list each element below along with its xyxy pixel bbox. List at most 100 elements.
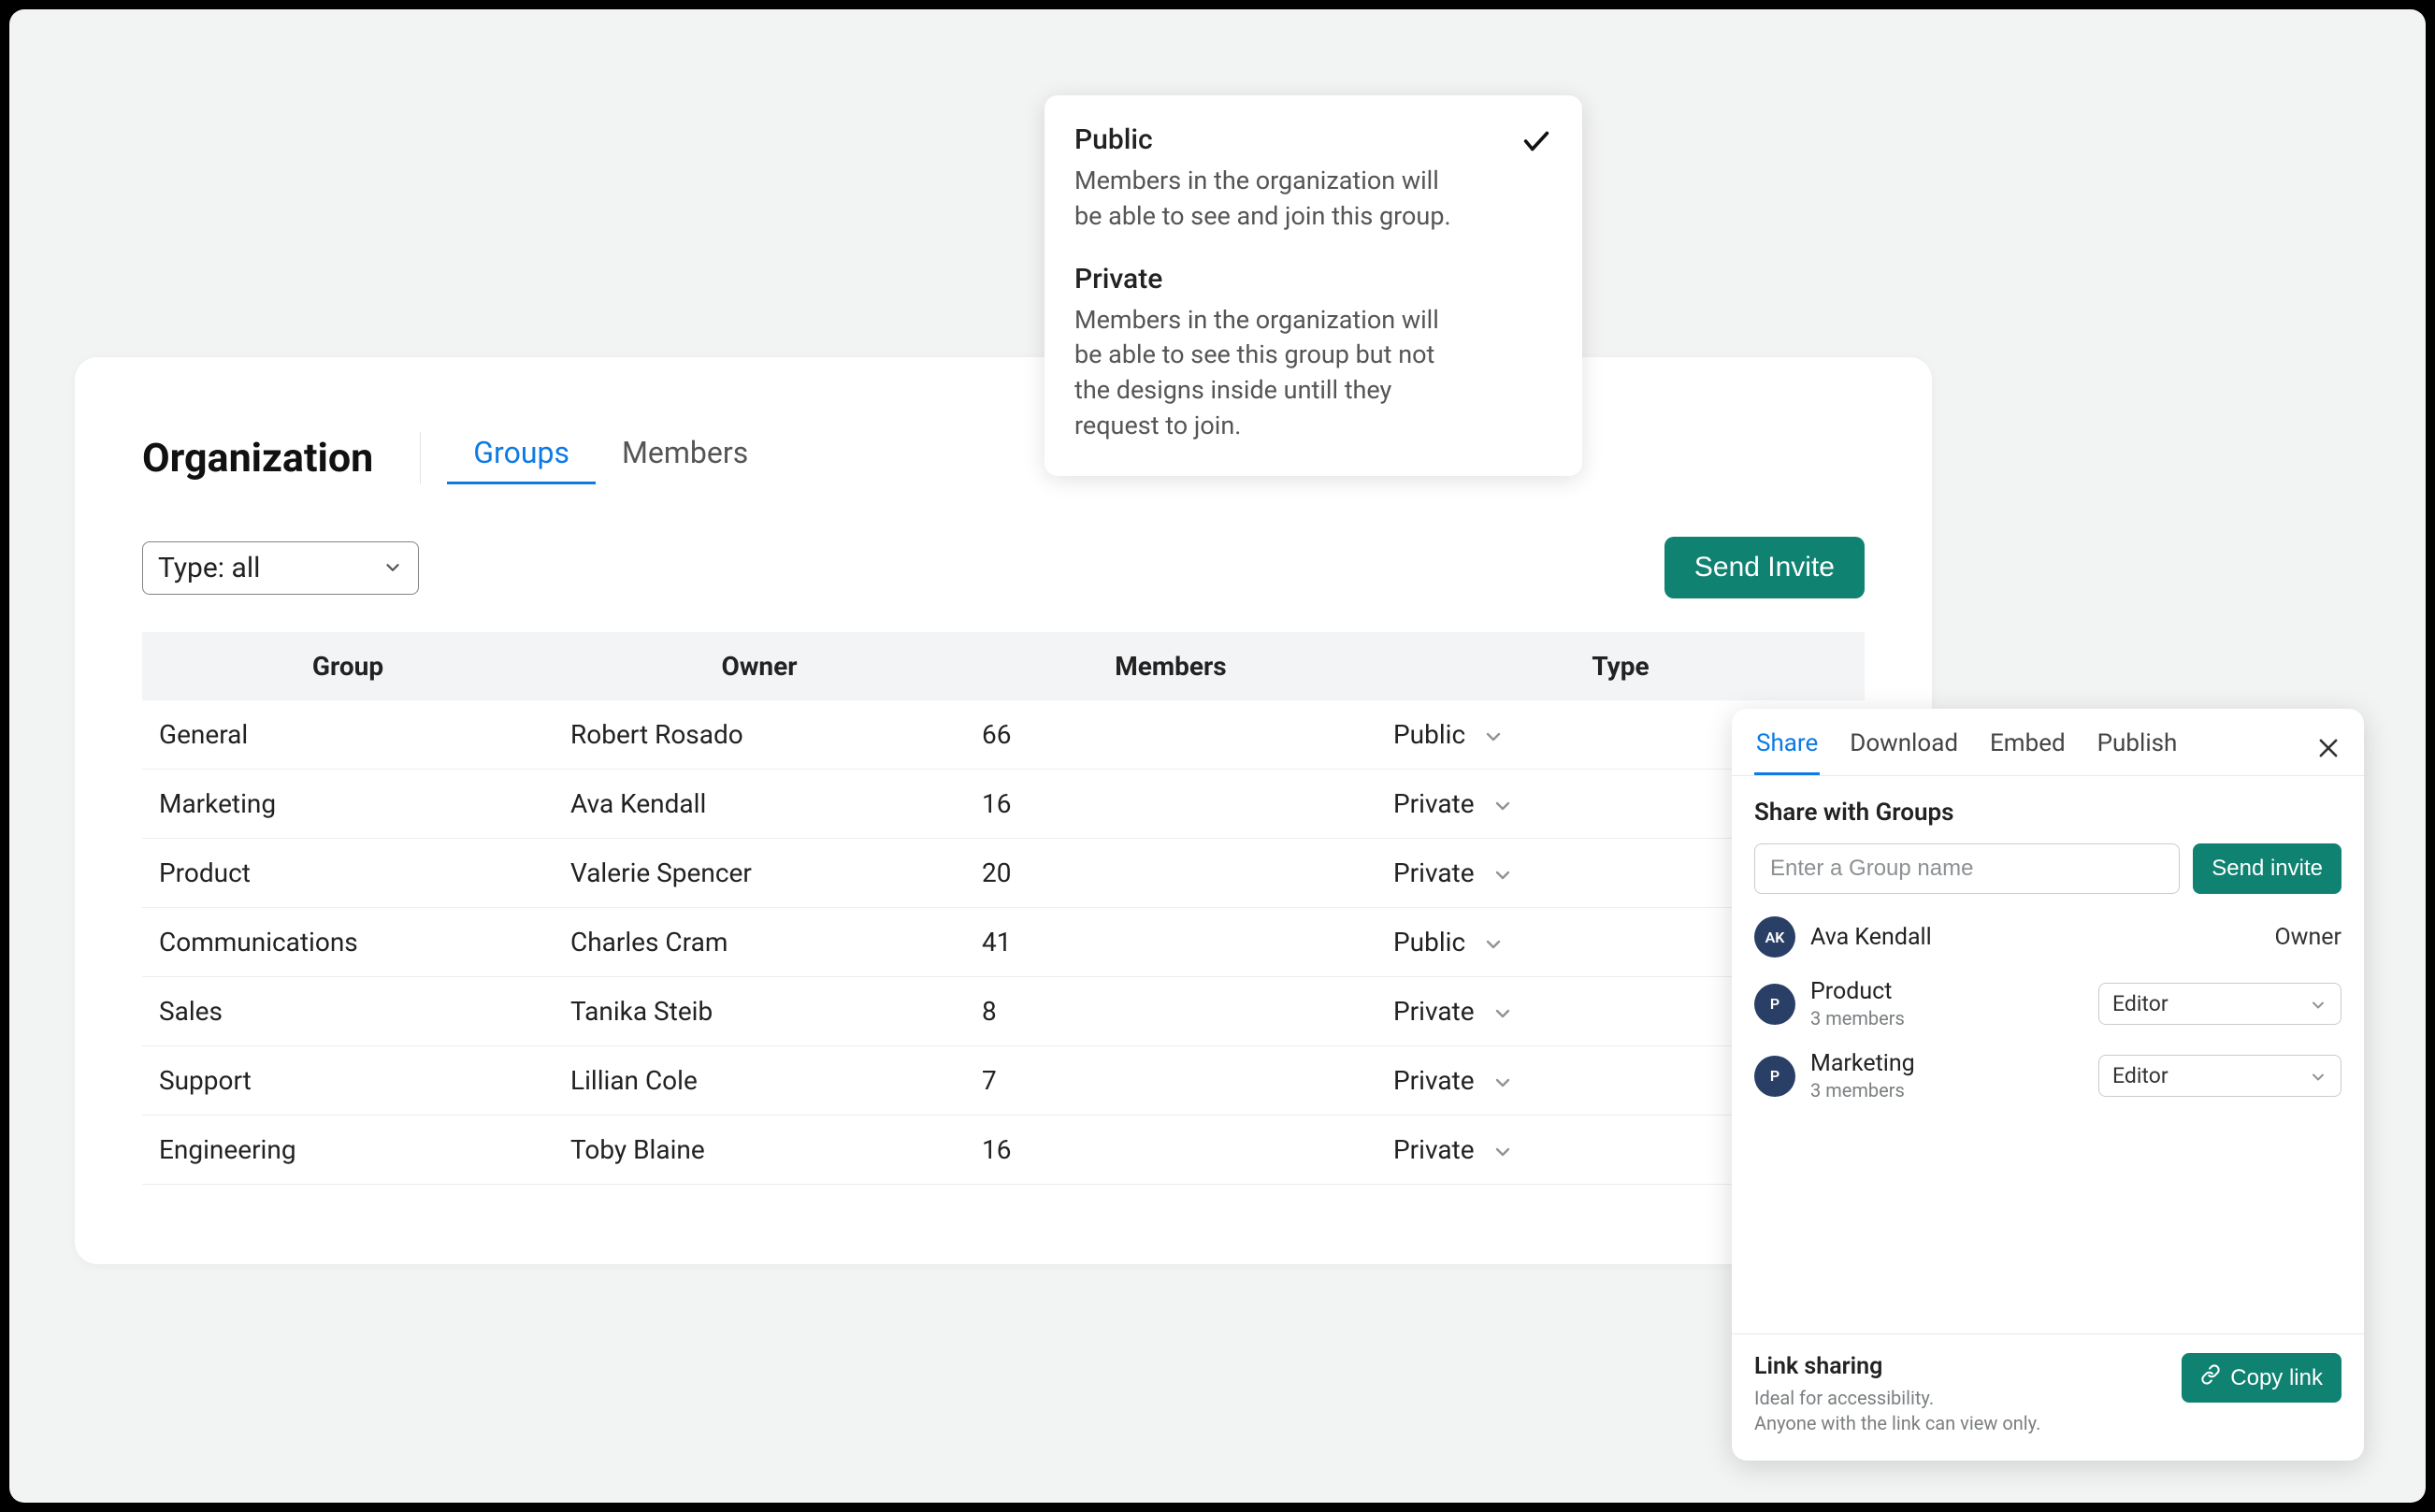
cell-members: 8 — [965, 977, 1376, 1046]
avatar: P — [1754, 1056, 1795, 1097]
share-list: AKAva KendallOwnerPProduct3 membersEdito… — [1754, 916, 2341, 1102]
share-item-text: Marketing3 members — [1810, 1050, 2083, 1102]
table-row[interactable]: GeneralRobert Rosado66Public — [142, 700, 1865, 770]
cell-owner: Charles Cram — [554, 908, 965, 977]
cell-group: Product — [142, 839, 554, 908]
tab-members[interactable]: Members — [596, 427, 774, 484]
type-filter-label: Type: all — [158, 552, 260, 584]
copy-link-label: Copy link — [2230, 1365, 2323, 1391]
share-panel: Share Download Embed Publish Share with … — [1732, 709, 2364, 1461]
cell-members: 66 — [965, 700, 1376, 770]
table-row[interactable]: ProductValerie Spencer20 Private — [142, 839, 1865, 908]
cell-members: 7 — [965, 1046, 1376, 1116]
visibility-option[interactable]: Public Members in the organization will b… — [1074, 120, 1552, 238]
cell-owner: Ava Kendall — [554, 770, 965, 839]
column-header-type: Type — [1376, 632, 1865, 700]
share-send-invite-button[interactable]: Send invite — [2193, 843, 2341, 894]
cell-group: Engineering — [142, 1116, 554, 1185]
share-tab-publish[interactable]: Publish — [2096, 726, 2180, 775]
role-select[interactable]: Editor — [2098, 1055, 2341, 1097]
share-tab-row: Share Download Embed Publish — [1732, 709, 2364, 776]
share-tab-download[interactable]: Download — [1848, 726, 1960, 775]
cell-owner: Tanika Steib — [554, 977, 965, 1046]
type-value: Public — [1393, 927, 1465, 958]
visibility-option[interactable]: Private Members in the organization will … — [1074, 259, 1552, 448]
cell-members: 20 — [965, 839, 1376, 908]
share-item-name: Product — [1810, 978, 2083, 1005]
link-sharing-title: Link sharing — [1754, 1353, 2040, 1380]
copy-link-button[interactable]: Copy link — [2182, 1353, 2341, 1403]
cell-owner: Valerie Spencer — [554, 839, 965, 908]
app-canvas: Organization Groups Members Type: all Se… — [9, 9, 2426, 1503]
column-header-members: Members — [965, 632, 1376, 700]
cell-members: 41 — [965, 908, 1376, 977]
table-row[interactable]: CommunicationsCharles Cram41 Public — [142, 908, 1865, 977]
cell-owner: Robert Rosado — [554, 700, 965, 770]
visibility-popover: Public Members in the organization will b… — [1045, 95, 1582, 476]
share-item-sub: 3 members — [1810, 1007, 2083, 1030]
cell-group: Sales — [142, 977, 554, 1046]
share-item-text: Product3 members — [1810, 978, 2083, 1030]
table-row[interactable]: SupportLillian Cole7Private — [142, 1046, 1865, 1116]
role-label: Owner — [2274, 924, 2341, 951]
type-filter-select[interactable]: Type: all — [142, 541, 419, 595]
share-item: AK Ava Kendall Owner — [1754, 916, 2341, 958]
share-item-sub: 3 members — [1810, 1079, 2083, 1102]
table-row[interactable]: EngineeringToby Blaine16 Private — [142, 1116, 1865, 1185]
tab-groups[interactable]: Groups — [447, 427, 596, 484]
link-sharing-desc: Ideal for accessibility. Anyone with the… — [1754, 1386, 2040, 1436]
role-value: Editor — [2112, 1063, 2168, 1088]
chevron-down-icon — [382, 557, 403, 578]
share-tab-embed[interactable]: Embed — [1988, 726, 2068, 775]
share-item: P Marketing3 members Editor — [1754, 1050, 2341, 1102]
chevron-down-icon — [1491, 1139, 1514, 1161]
organization-panel: Organization Groups Members Type: all Se… — [75, 357, 1932, 1264]
link-icon — [2200, 1364, 2221, 1391]
cell-owner: Lillian Cole — [554, 1046, 965, 1116]
share-item-text: Ava Kendall — [1810, 924, 2259, 951]
cell-owner: Toby Blaine — [554, 1116, 965, 1185]
cell-members: 16 — [965, 770, 1376, 839]
share-item-name: Ava Kendall — [1810, 924, 2259, 951]
chevron-down-icon — [1491, 862, 1514, 885]
chevron-down-icon — [1491, 1070, 1514, 1092]
chevron-down-icon — [2309, 995, 2327, 1014]
link-sharing-text: Link sharing Ideal for accessibility. An… — [1754, 1353, 2040, 1436]
organization-header: Organization Groups Members — [75, 357, 1932, 496]
visibility-option-title: Private — [1074, 263, 1515, 295]
table-row[interactable]: MarketingAva Kendall16Private — [142, 770, 1865, 839]
visibility-option-desc: Members in the organization will be able… — [1074, 303, 1467, 444]
visibility-option-desc: Members in the organization will be able… — [1074, 164, 1467, 235]
type-value: Private — [1393, 996, 1475, 1027]
chevron-down-icon — [1482, 724, 1505, 746]
cell-group: Support — [142, 1046, 554, 1116]
avatar: AK — [1754, 916, 1795, 958]
share-item: PProduct3 membersEditor — [1754, 978, 2341, 1030]
send-invite-button[interactable]: Send Invite — [1664, 537, 1865, 598]
type-value: Public — [1393, 719, 1465, 750]
chevron-down-icon — [1482, 931, 1505, 954]
close-icon[interactable] — [2315, 735, 2341, 761]
table-row[interactable]: SalesTanika Steib8 Private — [142, 977, 1865, 1046]
type-value: Private — [1393, 857, 1475, 888]
page-title: Organization — [142, 435, 373, 482]
type-value: Private — [1393, 788, 1475, 819]
visibility-option-title: Public — [1074, 123, 1515, 156]
share-input-row: Send invite — [1754, 843, 2341, 894]
table-header: Group Owner Members Type — [142, 632, 1865, 700]
share-tab-share[interactable]: Share — [1754, 726, 1820, 775]
cell-group: Communications — [142, 908, 554, 977]
check-icon — [1520, 125, 1552, 157]
cell-members: 16 — [965, 1116, 1376, 1185]
share-heading: Share with Groups — [1754, 799, 2341, 827]
role-select[interactable]: Editor — [2098, 983, 2341, 1025]
share-footer: Link sharing Ideal for accessibility. An… — [1732, 1333, 2364, 1461]
group-name-input[interactable] — [1754, 843, 2180, 894]
chevron-down-icon — [1491, 793, 1514, 815]
chevron-down-icon — [2309, 1067, 2327, 1086]
type-value: Private — [1393, 1134, 1475, 1165]
chevron-down-icon — [1491, 1001, 1514, 1023]
column-header-owner: Owner — [554, 632, 965, 700]
filter-row: Type: all Send Invite — [75, 496, 1932, 621]
role-value: Editor — [2112, 991, 2168, 1016]
